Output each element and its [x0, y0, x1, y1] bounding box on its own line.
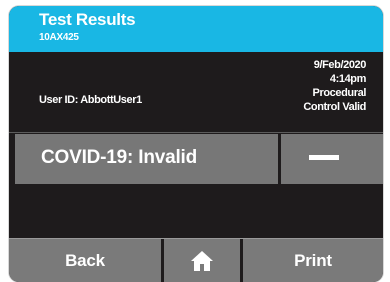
user-id-label: User ID: AbbottUser1 [39, 94, 142, 106]
result-value [281, 134, 383, 184]
device-screen: Test Results 10AX425 User ID: AbbottUser… [9, 6, 383, 282]
result-row: COVID-19: Invalid [15, 134, 383, 184]
back-button[interactable]: Back [9, 239, 161, 282]
result-label: COVID-19: Invalid [41, 147, 198, 168]
page-title: Test Results [39, 10, 136, 29]
test-time: 4:14pm [329, 73, 367, 85]
print-button[interactable]: Print [243, 239, 383, 282]
divider [9, 132, 383, 133]
footer-bar: Back Print [9, 238, 383, 282]
test-date: 9/Feb/2020 [313, 59, 367, 71]
home-icon [191, 251, 213, 271]
back-button-label: Back [65, 251, 105, 270]
print-button-label: Print [294, 251, 332, 270]
device-serial: 10AX425 [39, 32, 79, 43]
control-status-line1: Procedural [312, 87, 367, 99]
dash-icon [309, 155, 339, 160]
test-metadata: 9/Feb/2020 4:14pm Procedural Control Val… [303, 58, 366, 114]
control-status-line2: Control Valid [303, 101, 366, 113]
home-button[interactable] [164, 239, 240, 282]
info-panel: User ID: AbbottUser1 9/Feb/2020 4:14pm P… [9, 52, 383, 132]
header-bar: Test Results 10AX425 [9, 6, 383, 52]
